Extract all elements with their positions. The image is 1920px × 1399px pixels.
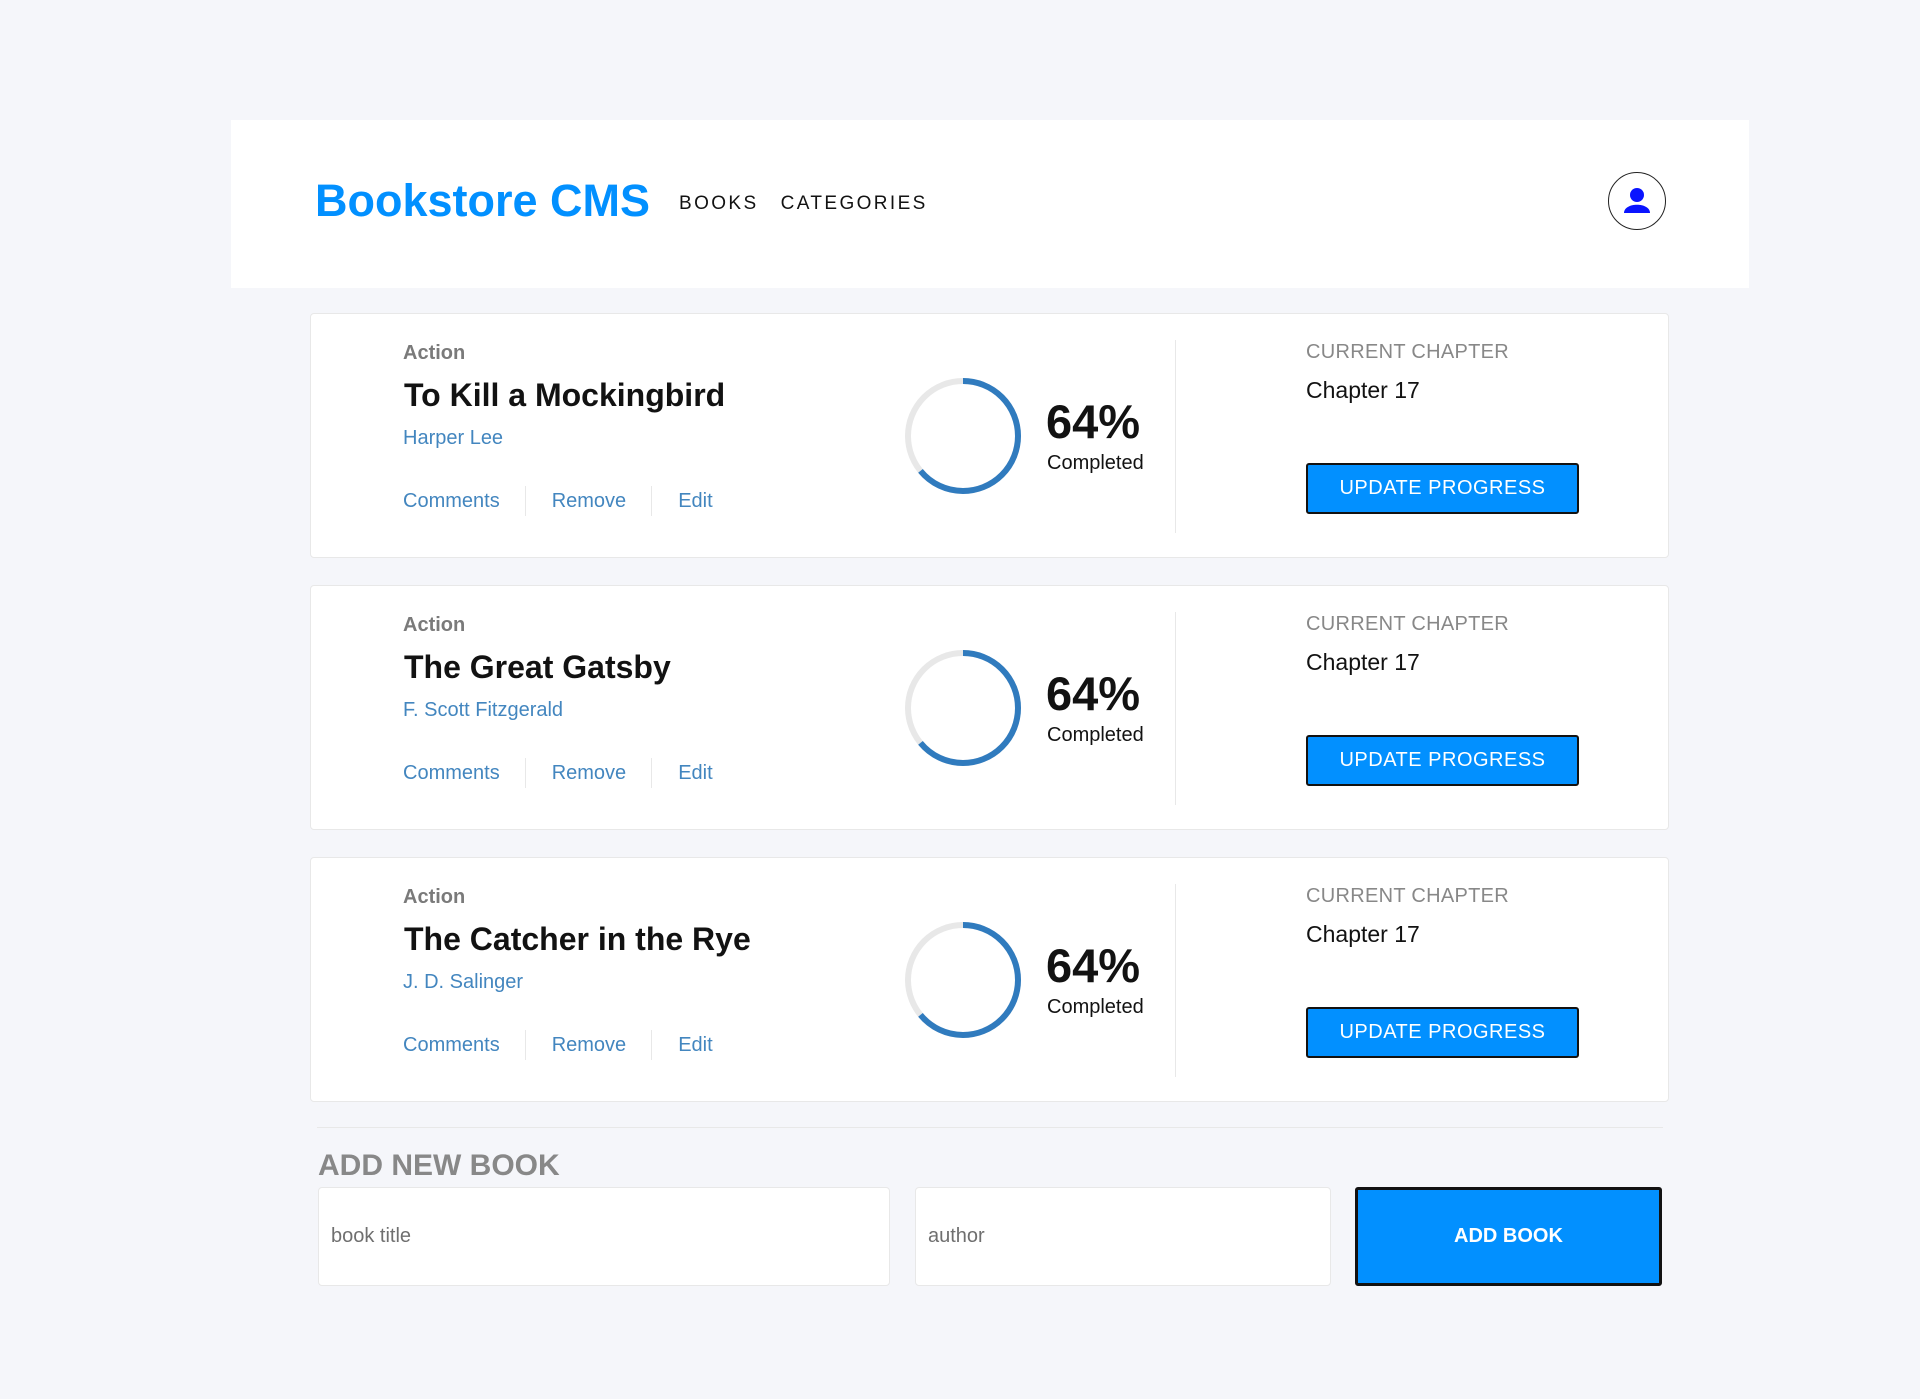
book-genre: Action bbox=[403, 614, 466, 636]
current-chapter-value: Chapter 17 bbox=[1306, 921, 1420, 947]
remove-button[interactable]: Remove bbox=[552, 490, 626, 513]
book-author: J. D. Salinger bbox=[403, 971, 524, 993]
book-title-input[interactable] bbox=[318, 1187, 890, 1286]
action-divider bbox=[524, 486, 526, 516]
user-icon bbox=[1624, 188, 1650, 213]
progress-ring bbox=[905, 650, 1021, 766]
book-title: The Catcher in the Rye bbox=[404, 921, 751, 957]
action-divider bbox=[651, 1030, 653, 1060]
nav-categories[interactable]: CATEGORIES bbox=[781, 193, 928, 215]
update-progress-button[interactable]: UPDATE PROGRESS bbox=[1306, 1007, 1579, 1058]
card-divider bbox=[1175, 884, 1176, 1077]
edit-button[interactable]: Edit bbox=[678, 1034, 712, 1057]
book-author: Harper Lee bbox=[403, 427, 504, 449]
current-chapter-value: Chapter 17 bbox=[1306, 649, 1420, 675]
edit-button[interactable]: Edit bbox=[678, 490, 712, 513]
book-card: Action The Great Gatsby F. Scott Fitzger… bbox=[310, 585, 1669, 830]
action-divider bbox=[651, 758, 653, 788]
action-divider bbox=[524, 1030, 526, 1060]
card-divider bbox=[1175, 612, 1176, 805]
progress-ring bbox=[905, 378, 1021, 494]
card-divider bbox=[1175, 340, 1176, 533]
book-genre: Action bbox=[403, 342, 466, 364]
progress-percent: 64% bbox=[1046, 667, 1141, 720]
progress-percent: 64% bbox=[1046, 395, 1141, 448]
book-author: F. Scott Fitzgerald bbox=[403, 699, 564, 721]
comments-button[interactable]: Comments bbox=[403, 1034, 500, 1057]
main-nav: BOOKS CATEGORIES bbox=[679, 193, 928, 215]
comments-button[interactable]: Comments bbox=[403, 762, 500, 785]
progress-status: Completed bbox=[1047, 724, 1144, 746]
book-title: To Kill a Mockingbird bbox=[404, 377, 726, 413]
remove-button[interactable]: Remove bbox=[552, 762, 626, 785]
brand-title[interactable]: Bookstore CMS bbox=[315, 178, 650, 223]
book-actions: Comments Remove Edit bbox=[403, 758, 713, 788]
comments-button[interactable]: Comments bbox=[403, 490, 500, 513]
current-chapter-label: CURRENT CHAPTER bbox=[1306, 341, 1510, 363]
action-divider bbox=[651, 486, 653, 516]
author-input[interactable] bbox=[915, 1187, 1331, 1286]
user-avatar-button[interactable] bbox=[1608, 172, 1666, 230]
progress-ring bbox=[905, 922, 1021, 1038]
book-actions: Comments Remove Edit bbox=[403, 486, 713, 516]
current-chapter-value: Chapter 17 bbox=[1306, 377, 1420, 403]
progress-status: Completed bbox=[1047, 996, 1144, 1018]
remove-button[interactable]: Remove bbox=[552, 1034, 626, 1057]
site-header: Bookstore CMS BOOKS CATEGORIES bbox=[231, 120, 1749, 288]
book-genre: Action bbox=[403, 886, 466, 908]
progress-status: Completed bbox=[1047, 452, 1144, 474]
current-chapter-label: CURRENT CHAPTER bbox=[1306, 885, 1510, 907]
add-book-button[interactable]: ADD BOOK bbox=[1355, 1187, 1662, 1286]
progress-percent: 64% bbox=[1046, 939, 1141, 992]
edit-button[interactable]: Edit bbox=[678, 762, 712, 785]
book-actions: Comments Remove Edit bbox=[403, 1030, 713, 1060]
update-progress-button[interactable]: UPDATE PROGRESS bbox=[1306, 463, 1579, 514]
action-divider bbox=[524, 758, 526, 788]
book-title: The Great Gatsby bbox=[404, 649, 671, 685]
update-progress-button[interactable]: UPDATE PROGRESS bbox=[1306, 735, 1579, 786]
nav-books[interactable]: BOOKS bbox=[679, 193, 759, 215]
book-card: Action The Catcher in the Rye J. D. Sali… bbox=[310, 857, 1669, 1102]
current-chapter-label: CURRENT CHAPTER bbox=[1306, 613, 1510, 635]
book-card: Action To Kill a Mockingbird Harper Lee … bbox=[310, 313, 1669, 558]
section-divider bbox=[317, 1127, 1663, 1128]
add-book-heading: ADD NEW BOOK bbox=[318, 1149, 560, 1182]
